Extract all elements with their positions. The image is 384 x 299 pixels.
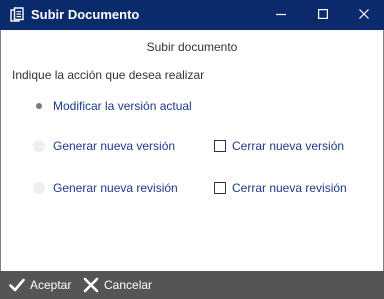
upload-document-dialog: Subir Documento Subir documento Indique … — [0, 0, 384, 299]
maximize-button[interactable] — [304, 0, 342, 30]
radio-generate-new-version[interactable] — [33, 140, 45, 152]
option-modify-current-version[interactable]: Modificar la versión actual — [33, 99, 192, 113]
option-label: Modificar la versión actual — [53, 99, 192, 113]
x-icon — [82, 276, 100, 294]
close-icon — [359, 6, 369, 24]
dialog-footer: Aceptar Cancelar — [0, 271, 384, 299]
option-label: Generar nueva versión — [53, 139, 176, 153]
close-button[interactable] — [345, 0, 383, 30]
checkbox-close-new-revision[interactable] — [214, 182, 226, 194]
radio-generate-new-revision[interactable] — [33, 182, 45, 194]
option-label: Cerrar nueva versión — [232, 139, 345, 153]
cancel-button[interactable]: Cancelar — [82, 271, 152, 299]
check-icon — [8, 276, 26, 294]
option-generate-new-version[interactable]: Generar nueva versión — [33, 139, 175, 153]
option-close-new-version[interactable]: Cerrar nueva versión — [214, 139, 344, 153]
accept-label: Aceptar — [30, 278, 72, 292]
option-label: Generar nueva revisión — [53, 181, 178, 195]
accept-button[interactable]: Aceptar — [8, 271, 71, 299]
minimize-icon — [276, 6, 286, 24]
radio-modify-current-version[interactable] — [33, 100, 45, 112]
dialog-heading: Subir documento — [146, 40, 238, 54]
maximize-icon — [318, 6, 329, 24]
option-close-new-revision[interactable]: Cerrar nueva revisión — [214, 181, 347, 195]
minimize-button[interactable] — [262, 0, 300, 30]
title-bar[interactable]: Subir Documento — [0, 0, 384, 30]
option-generate-new-revision[interactable]: Generar nueva revisión — [33, 181, 178, 195]
action-prompt: Indique la acción que desea realizar — [12, 68, 205, 82]
window-title: Subir Documento — [31, 7, 140, 22]
option-label: Cerrar nueva revisión — [232, 181, 347, 195]
documents-icon — [9, 7, 25, 23]
checkbox-close-new-version[interactable] — [214, 140, 226, 152]
cancel-label: Cancelar — [104, 278, 153, 292]
